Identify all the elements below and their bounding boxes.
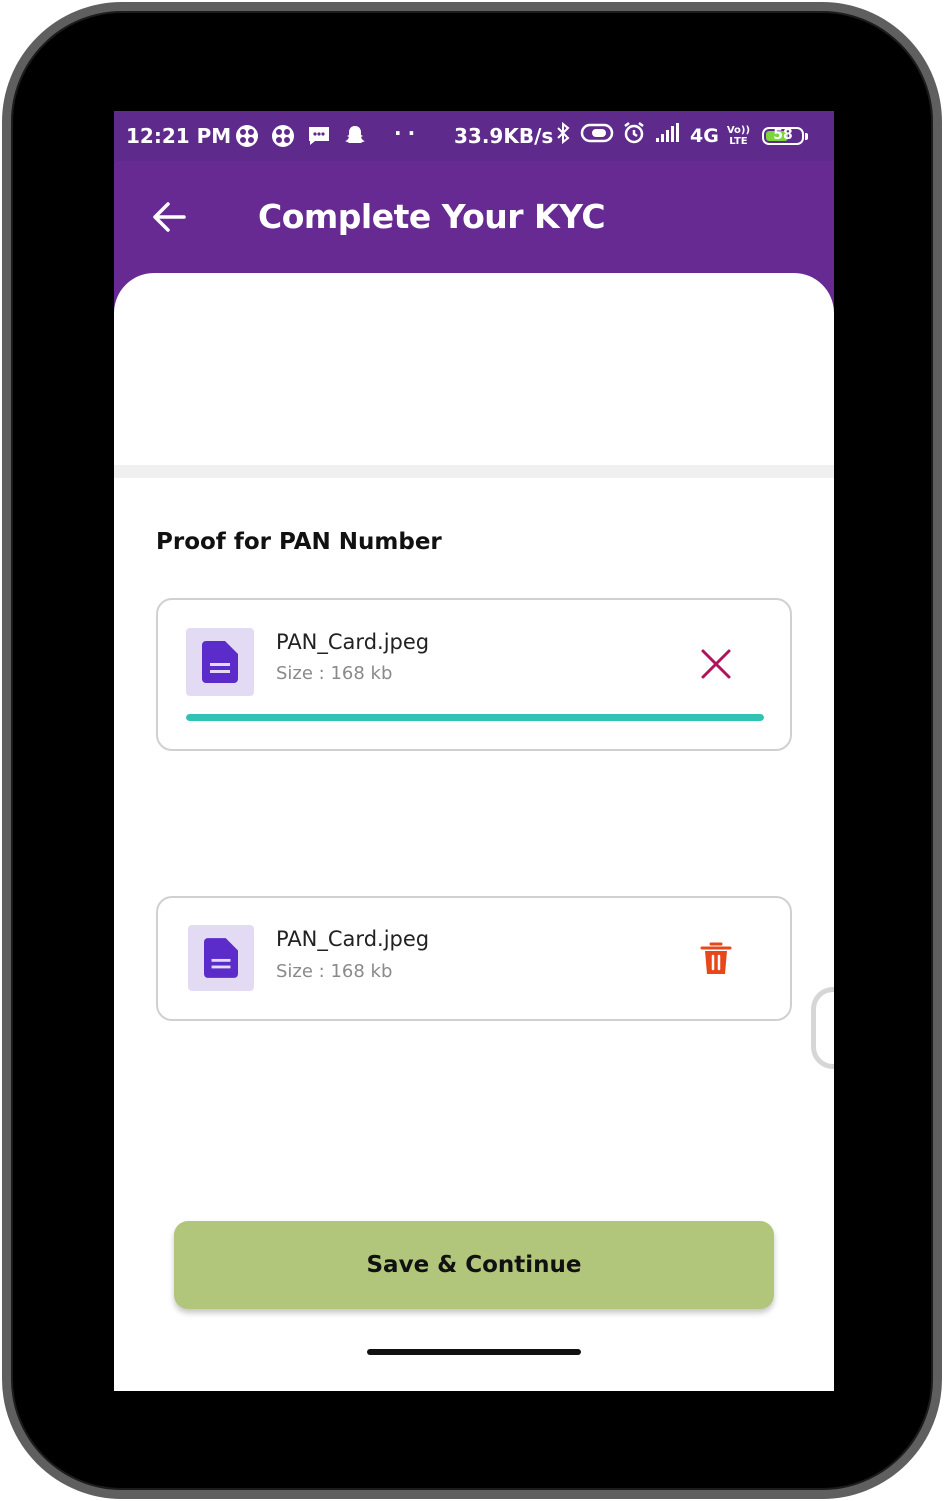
phone-screen: 12:21 PM ·· 33.9KB/s 4G Vo)) LTE 58 Comp… (114, 111, 834, 1391)
system-icons: 4G Vo)) LTE 58 (554, 121, 809, 150)
network-speed: 33.9KB/s (454, 124, 554, 148)
alarm-icon (622, 121, 646, 150)
file-thumbnail (186, 628, 254, 696)
toggle-icon (580, 122, 614, 149)
save-continue-button[interactable]: Save & Continue (174, 1221, 774, 1309)
home-indicator[interactable] (367, 1349, 581, 1355)
file-name: PAN_Card.jpeg (276, 927, 430, 951)
volte-top: Vo)) (726, 124, 751, 136)
status-more-dots: ·· (394, 121, 422, 145)
status-time: 12:21 PM (126, 124, 232, 148)
message-icon (306, 123, 332, 149)
arrow-left-icon (153, 202, 186, 232)
upload-file-card: PAN_Card.jpeg Size : 168 kb (156, 598, 792, 751)
document-icon (204, 938, 238, 978)
signal-icon (654, 122, 682, 149)
volte-bottom: LTE (729, 135, 748, 147)
section-divider (114, 465, 834, 478)
upload-progress-fill (186, 714, 764, 721)
network-type: 4G (690, 124, 719, 147)
file-thumbnail (188, 925, 254, 991)
file-size: Size : 168 kb (276, 961, 393, 982)
status-bar: 12:21 PM ·· 33.9KB/s 4G Vo)) LTE 58 (114, 111, 834, 161)
bluetooth-icon (554, 121, 572, 150)
cancel-upload-button[interactable] (696, 644, 736, 684)
trash-icon (700, 942, 732, 974)
battery-level: 58 (773, 126, 793, 143)
uploaded-file-card: PAN_Card.jpeg Size : 168 kb (156, 896, 792, 1021)
delete-file-button[interactable] (696, 939, 736, 979)
upload-progress-bar (186, 714, 764, 721)
section-title: Proof for PAN Number (156, 529, 442, 555)
app-grid-icon (234, 123, 260, 149)
scroll-handle[interactable] (811, 987, 834, 1069)
snapchat-icon (342, 123, 368, 149)
app-grid-icon (270, 123, 296, 149)
close-icon (701, 649, 731, 679)
battery-icon: 58 (762, 126, 809, 145)
document-icon (202, 641, 238, 683)
notification-icons (234, 123, 368, 149)
back-button[interactable] (150, 197, 190, 237)
volte-indicator: Vo)) LTE (727, 125, 750, 147)
file-name: PAN_Card.jpeg (276, 630, 430, 654)
page-title: Complete Your KYC (258, 197, 606, 236)
file-size: Size : 168 kb (276, 663, 393, 684)
